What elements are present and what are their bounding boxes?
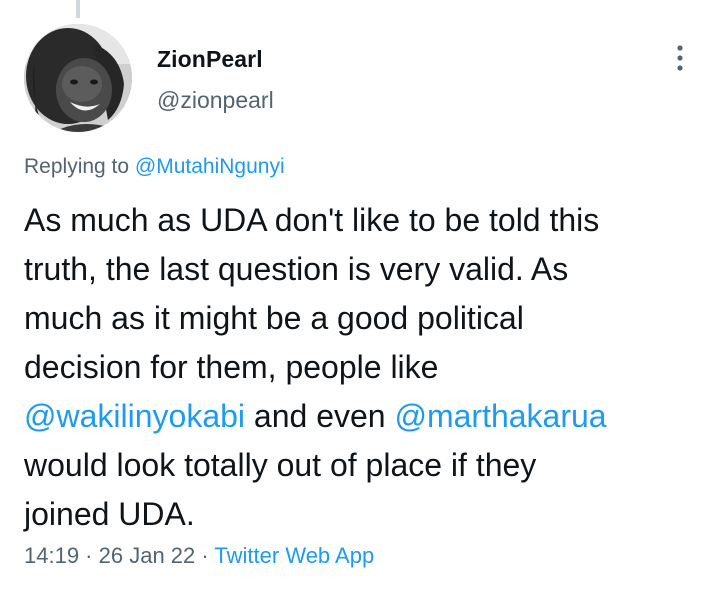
- tweet-source-link[interactable]: Twitter Web App: [214, 543, 374, 568]
- tweet-date[interactable]: 26 Jan 22: [99, 543, 196, 568]
- tweet-time[interactable]: 14:19: [24, 543, 79, 568]
- display-name[interactable]: ZionPearl: [157, 46, 263, 73]
- tweet-text-line: truth, the last question is very valid. …: [24, 251, 569, 287]
- tweet-text-line: decision for them, people like: [24, 349, 439, 385]
- replying-to-label: Replying to: [24, 155, 135, 178]
- replying-to-mention[interactable]: @MutahiNgunyi: [135, 155, 285, 178]
- tweet-text-line: As much as UDA don't like to be told thi…: [24, 202, 600, 238]
- meta-separator: ·: [79, 543, 99, 568]
- replying-to: Replying to @MutahiNgunyi: [24, 155, 285, 179]
- user-handle[interactable]: @zionpearl: [157, 87, 274, 114]
- mention-link[interactable]: @wakilinyokabi: [24, 398, 245, 434]
- tweet-text: As much as UDA don't like to be told thi…: [24, 196, 704, 539]
- tweet-text-fragment: and even: [245, 398, 395, 434]
- more-options-button[interactable]: [662, 40, 698, 76]
- tweet-text-line: joined UDA.: [24, 496, 195, 532]
- thread-connector-line: [76, 0, 80, 18]
- tweet-text-line: would look totally out of place if they: [24, 447, 537, 483]
- meta-separator: ·: [195, 543, 215, 568]
- avatar-image: [24, 24, 132, 132]
- tweet-text-line: @wakilinyokabi and even @marthakarua: [24, 392, 704, 441]
- tweet-text-line: much as it might be a good political: [24, 300, 524, 336]
- tweet-meta: 14:19 · 26 Jan 22 · Twitter Web App: [24, 543, 374, 569]
- mention-link[interactable]: @marthakarua: [394, 398, 606, 434]
- more-vertical-icon: [677, 45, 683, 71]
- tweet: ZionPearl @zionpearl Replying to @Mutahi…: [0, 0, 720, 593]
- avatar[interactable]: [24, 24, 132, 132]
